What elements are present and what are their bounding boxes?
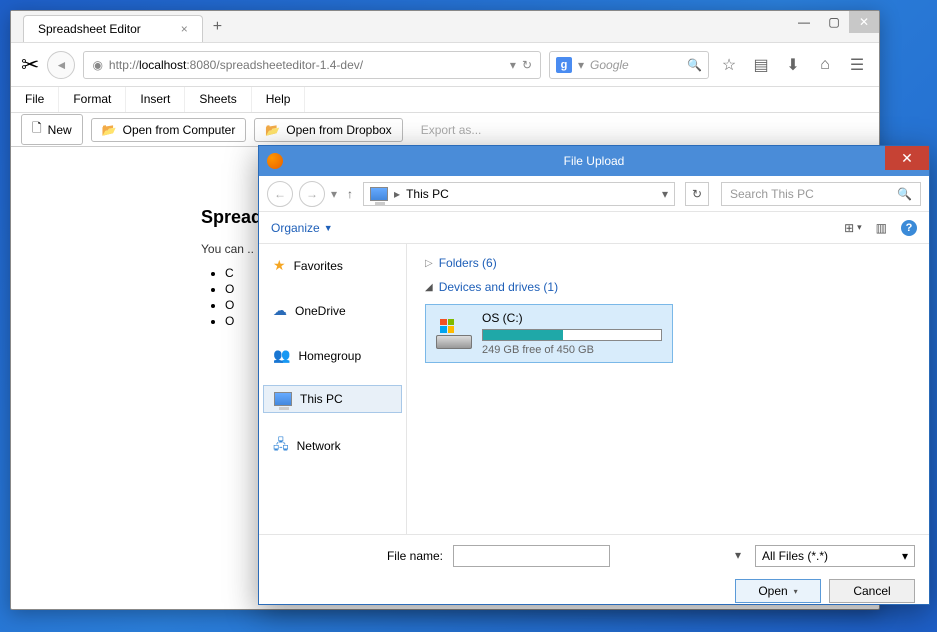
pc-icon bbox=[370, 187, 388, 201]
filename-input[interactable] bbox=[453, 545, 610, 567]
toolbar: 🗋New 📂Open from Computer 📂Open from Drop… bbox=[11, 113, 879, 147]
dialog-footer: File name: ▾ All Files (*.*)▾ Open Cance… bbox=[259, 534, 929, 613]
export-button[interactable]: Export as... bbox=[411, 119, 492, 141]
file-upload-dialog: File Upload ✕ ← → ▾ ↑ ▸ This PC ▾ ↻ Sear… bbox=[258, 145, 930, 605]
refresh-button[interactable]: ↻ bbox=[685, 182, 709, 206]
dialog-search-input[interactable]: Search This PC 🔍 bbox=[721, 182, 921, 206]
breadcrumb-bar[interactable]: ▸ This PC ▾ bbox=[363, 182, 675, 206]
network-icon: 🖧 bbox=[273, 434, 289, 458]
tree-thispc[interactable]: This PC bbox=[263, 385, 402, 413]
cloud-icon: ☁ bbox=[273, 302, 287, 319]
tab-bar: Spreadsheet Editor × + bbox=[11, 11, 879, 43]
folders-group-header[interactable]: ▷Folders (6) bbox=[425, 256, 911, 270]
google-badge-icon: g bbox=[556, 57, 572, 73]
tree-favorites[interactable]: ★Favorites bbox=[259, 250, 406, 281]
menu-help[interactable]: Help bbox=[252, 87, 306, 112]
menu-insert[interactable]: Insert bbox=[126, 87, 185, 112]
dialog-title: File Upload bbox=[564, 154, 625, 168]
browser-tab[interactable]: Spreadsheet Editor × bbox=[23, 15, 203, 42]
tab-title: Spreadsheet Editor bbox=[38, 22, 141, 36]
drive-free-text: 249 GB free of 450 GB bbox=[482, 344, 662, 356]
open-button[interactable]: Open bbox=[735, 579, 821, 603]
minimize-button[interactable]: — bbox=[789, 11, 819, 33]
breadcrumb-thispc[interactable]: This PC bbox=[406, 187, 449, 201]
chevron-down-icon[interactable]: ▾ bbox=[662, 187, 668, 201]
organize-button[interactable]: Organize▼ bbox=[271, 221, 333, 235]
pc-icon bbox=[274, 392, 292, 406]
download-icon[interactable]: ⬇ bbox=[781, 55, 805, 75]
homegroup-icon: 👥 bbox=[273, 347, 290, 364]
globe-icon: ◉ bbox=[92, 58, 102, 72]
search-placeholder: Search This PC bbox=[730, 187, 814, 201]
chevron-down-icon: ▼ bbox=[324, 223, 333, 233]
dropdown-icon[interactable]: ▾ bbox=[510, 58, 516, 72]
bookmark-icon[interactable]: ☆ bbox=[717, 55, 741, 75]
window-controls: — ▢ ✕ bbox=[789, 11, 879, 33]
search-placeholder: Google bbox=[590, 58, 629, 72]
dialog-body: ★Favorites ☁OneDrive 👥Homegroup This PC … bbox=[259, 244, 929, 534]
file-type-filter[interactable]: All Files (*.*)▾ bbox=[755, 545, 915, 567]
nav-back-button[interactable]: ← bbox=[267, 181, 293, 207]
folder-icon: 📂 bbox=[102, 123, 117, 137]
triangle-right-icon: ▷ bbox=[425, 258, 433, 269]
reload-icon[interactable]: ↻ bbox=[522, 58, 532, 72]
dialog-toolbar: Organize▼ ⊞▾ ▥ ? bbox=[259, 212, 929, 244]
menu-format[interactable]: Format bbox=[59, 87, 126, 112]
document-icon: 🗋 bbox=[32, 119, 42, 140]
menu-bar: File Format Insert Sheets Help bbox=[11, 87, 879, 113]
menu-sheets[interactable]: Sheets bbox=[185, 87, 251, 112]
menu-file[interactable]: File bbox=[11, 87, 59, 112]
home-icon[interactable]: ⌂ bbox=[813, 56, 837, 74]
chevron-down-icon: ▾ bbox=[902, 549, 908, 563]
dialog-close-button[interactable]: ✕ bbox=[885, 146, 929, 170]
new-button[interactable]: 🗋New bbox=[21, 114, 83, 145]
back-button[interactable]: ◄ bbox=[47, 51, 75, 79]
preview-pane-button[interactable]: ▥ bbox=[876, 221, 887, 235]
drive-usage-bar bbox=[482, 329, 662, 341]
close-button[interactable]: ✕ bbox=[849, 11, 879, 33]
chevron-down-icon[interactable]: ▾ bbox=[735, 548, 741, 562]
recent-dropdown-icon[interactable]: ▾ bbox=[331, 187, 337, 201]
view-options-button[interactable]: ⊞▾ bbox=[844, 221, 862, 235]
url-text: http://localhost:8080/spreadsheeteditor-… bbox=[109, 58, 504, 72]
tree-network[interactable]: 🖧Network bbox=[259, 427, 406, 465]
menu-icon[interactable]: ☰ bbox=[845, 55, 869, 75]
search-icon: 🔍 bbox=[897, 187, 912, 201]
dialog-nav: ← → ▾ ↑ ▸ This PC ▾ ↻ Search This PC 🔍 bbox=[259, 176, 929, 212]
triangle-down-icon: ◢ bbox=[425, 282, 433, 293]
drive-os-c[interactable]: OS (C:) 249 GB free of 450 GB bbox=[425, 304, 673, 363]
search-icon[interactable]: 🔍 bbox=[687, 58, 702, 72]
drive-name: OS (C:) bbox=[482, 311, 662, 325]
chevron-right-icon[interactable]: ▸ bbox=[394, 187, 400, 201]
help-icon[interactable]: ? bbox=[901, 220, 917, 236]
firefox-icon bbox=[267, 153, 283, 169]
folder-icon: 📂 bbox=[265, 123, 280, 137]
nav-bar: ✂ ◄ ◉ http://localhost:8080/spreadsheete… bbox=[11, 43, 879, 87]
cancel-button[interactable]: Cancel bbox=[829, 579, 915, 603]
address-bar[interactable]: ◉ http://localhost:8080/spreadsheetedito… bbox=[83, 51, 541, 79]
tab-close-icon[interactable]: × bbox=[181, 22, 188, 36]
new-tab-button[interactable]: + bbox=[203, 12, 232, 42]
library-icon[interactable]: ▤ bbox=[749, 55, 773, 75]
star-icon: ★ bbox=[273, 257, 286, 274]
search-box[interactable]: g ▾ Google 🔍 bbox=[549, 51, 709, 79]
nav-tree: ★Favorites ☁OneDrive 👥Homegroup This PC … bbox=[259, 244, 407, 534]
open-dropbox-button[interactable]: 📂Open from Dropbox bbox=[254, 118, 402, 142]
dialog-titlebar[interactable]: File Upload ✕ bbox=[259, 146, 929, 176]
maximize-button[interactable]: ▢ bbox=[819, 11, 849, 33]
devices-group-header[interactable]: ◢Devices and drives (1) bbox=[425, 280, 911, 294]
nav-forward-button[interactable]: → bbox=[299, 181, 325, 207]
nav-up-button[interactable]: ↑ bbox=[343, 187, 357, 201]
filename-label: File name: bbox=[273, 549, 443, 563]
drive-icon bbox=[436, 319, 472, 349]
file-list-pane: ▷Folders (6) ◢Devices and drives (1) OS … bbox=[407, 244, 929, 534]
scissors-icon[interactable]: ✂ bbox=[21, 52, 39, 78]
tree-homegroup[interactable]: 👥Homegroup bbox=[259, 340, 406, 371]
open-computer-button[interactable]: 📂Open from Computer bbox=[91, 118, 247, 142]
tree-onedrive[interactable]: ☁OneDrive bbox=[259, 295, 406, 326]
